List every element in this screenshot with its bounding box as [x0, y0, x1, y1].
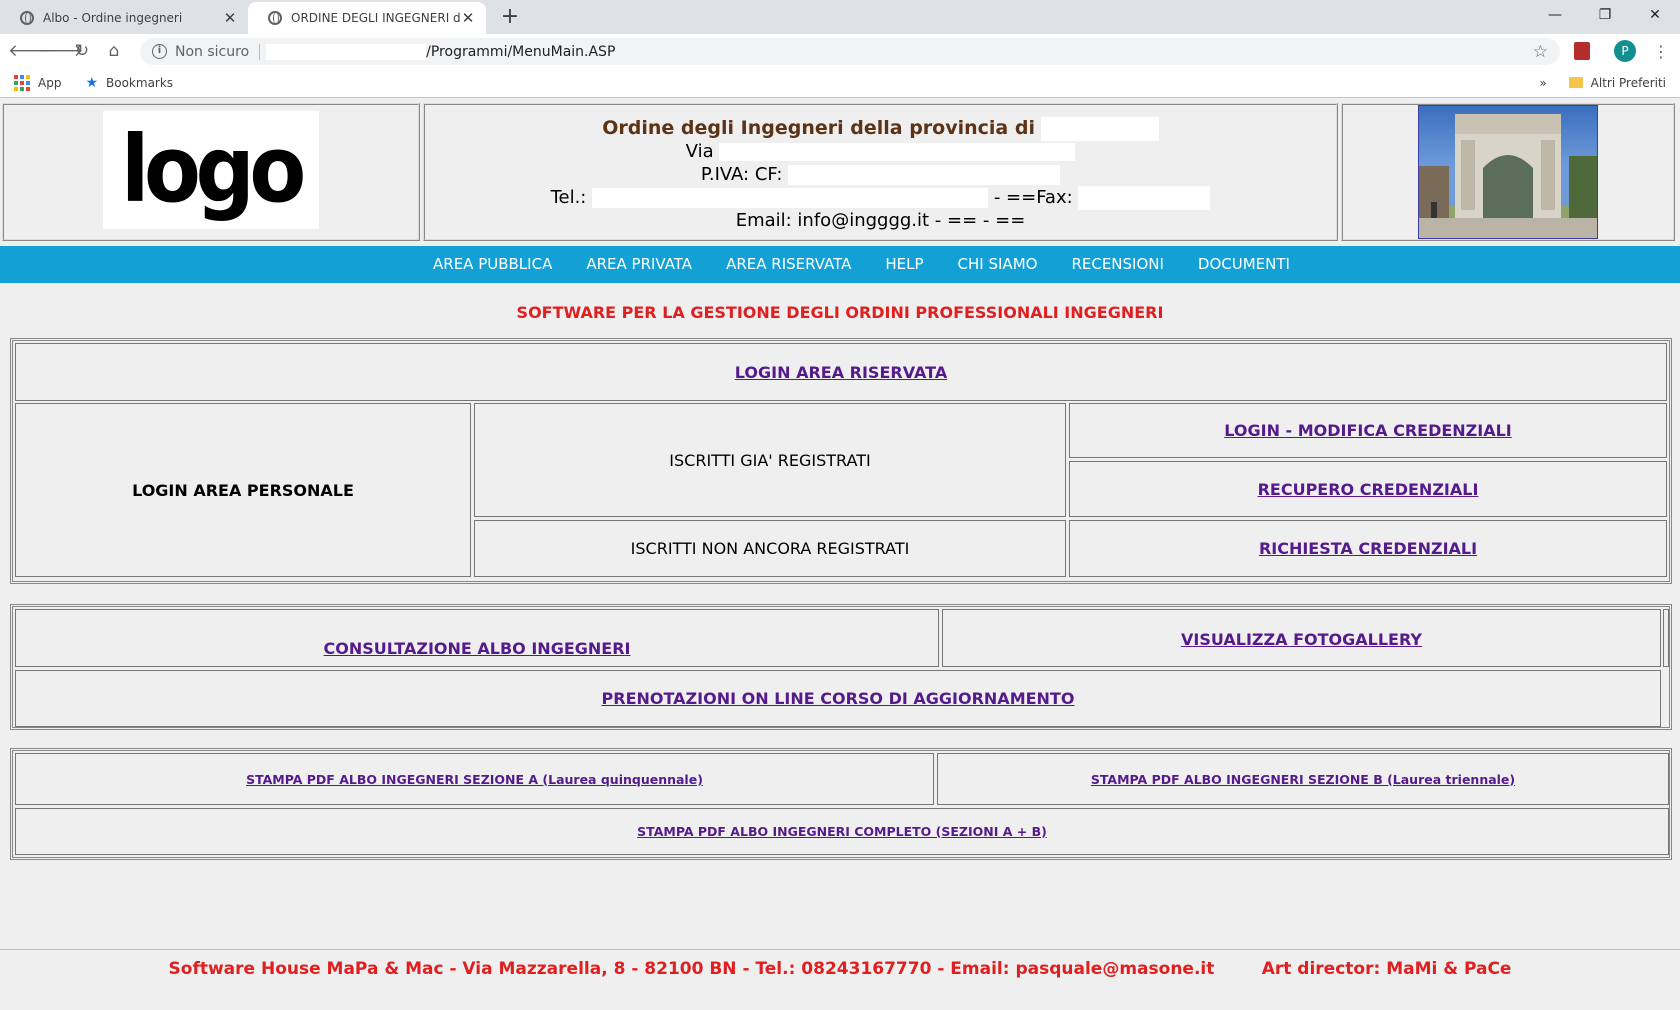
pdf-table: STAMPA PDF ALBO INGEGNERI SEZIONE A (Lau… — [10, 748, 1672, 860]
iscritti-registrati-label: ISCRITTI GIA' REGISTRATI — [669, 450, 871, 470]
page-subtitle: SOFTWARE PER LA GESTIONE DEGLI ORDINI PR… — [516, 303, 1164, 322]
url-text: /Programmi/MenuMain.ASP — [426, 43, 616, 60]
bookmarks-bar: App ★ Bookmarks » Altri Preferiti — [0, 68, 1680, 98]
bookmark-bookmarks[interactable]: Bookmarks — [106, 76, 173, 90]
bookmark-star-icon[interactable]: ☆ — [1533, 42, 1548, 62]
fax-label: - ==Fax: — [993, 187, 1073, 208]
bookmarks-overflow[interactable]: » — [1539, 76, 1546, 90]
nav-chi-siamo[interactable]: CHI SIAMO — [958, 246, 1038, 283]
iscritti-non-registrati-label: ISCRITTI NON ANCORA REGISTRATI — [630, 539, 910, 558]
via-label: Via — [685, 141, 714, 162]
security-label: Non sicuro — [175, 43, 250, 60]
close-window-button[interactable]: ✕ — [1630, 0, 1680, 34]
login-area-personale-cell: LOGIN AREA PERSONALE — [15, 403, 471, 577]
star-icon: ★ — [85, 74, 99, 91]
redacted-host — [266, 43, 427, 60]
recupero-cell: RECUPERO CREDENZIALI — [1069, 461, 1667, 517]
logo-text: logo — [121, 116, 306, 223]
profile-avatar[interactable]: P — [1614, 40, 1636, 62]
separator — [259, 43, 261, 60]
footer-divider — [0, 949, 1680, 950]
close-icon[interactable]: ✕ — [222, 9, 238, 27]
redacted — [1078, 186, 1211, 210]
tab-ordine[interactable]: ORDINE DEGLI INGEGNERI di ✕ — [248, 2, 486, 34]
nav-help[interactable]: HELP — [885, 246, 923, 283]
stampa-pdf-completo-link[interactable]: STAMPA PDF ALBO INGEGNERI COMPLETO (SEZI… — [637, 824, 1047, 839]
reload-icon[interactable]: ↻ — [68, 34, 96, 68]
nav-area-riservata[interactable]: AREA RISERVATA — [726, 246, 851, 283]
menu-icon[interactable]: ⋮ — [1652, 42, 1670, 61]
contact-cell: Ordine degli Ingegneri della provincia d… — [423, 103, 1338, 241]
fotogallery-cell: VISUALIZZA FOTOGALLERY — [942, 609, 1661, 667]
footer: Software House MaPa & Mac - Via Mazzarel… — [168, 959, 1512, 979]
redacted — [719, 143, 1076, 161]
home-icon[interactable]: ⌂ — [100, 34, 128, 68]
redacted — [592, 188, 989, 208]
login-table: LOGIN AREA RISERVATA LOGIN AREA PERSONAL… — [10, 338, 1672, 584]
redacted — [1040, 117, 1159, 141]
tab-title: ORDINE DEGLI INGEGNERI di — [291, 11, 460, 25]
nav-area-pubblica[interactable]: AREA PUBBLICA — [433, 246, 552, 283]
globe-icon — [20, 11, 34, 25]
tab-albo[interactable]: Albo - Ordine ingegneri ✕ — [0, 2, 248, 34]
arch-photo — [1418, 105, 1598, 239]
page-content: logo Ordine degli Ingegneri della provin… — [0, 98, 1680, 1010]
browser-toolbar: 🡐 🡒 ↻ ⌂ i Non sicuro /Programmi/MenuMain… — [0, 34, 1680, 68]
minimize-button[interactable]: — — [1530, 0, 1580, 34]
apps-grid-icon[interactable] — [14, 74, 30, 91]
org-name: Ordine degli Ingegneri della provincia d… — [602, 117, 1035, 139]
logo-cell: logo — [2, 103, 420, 241]
login-modifica-cell: LOGIN - MODIFICA CREDENZIALI — [1069, 403, 1667, 458]
window-controls: — ❐ ✕ — [1530, 0, 1680, 34]
email-line: Email: info@ingggg.it - == - == — [735, 210, 1026, 231]
info-icon[interactable]: i — [152, 44, 167, 59]
bookmark-altri-preferiti[interactable]: Altri Preferiti — [1591, 76, 1666, 90]
photo-cell — [1341, 103, 1675, 241]
prenotazioni-cell: PRENOTAZIONI ON LINE CORSO DI AGGIORNAME… — [15, 670, 1661, 727]
nav-area-privata[interactable]: AREA PRIVATA — [586, 246, 692, 283]
visualizza-fotogallery-link[interactable]: VISUALIZZA FOTOGALLERY — [1181, 630, 1422, 649]
address-bar[interactable]: i Non sicuro /Programmi/MenuMain.ASP ☆ — [140, 38, 1560, 65]
main-nav: AREA PUBBLICA AREA PRIVATA AREA RISERVAT… — [0, 246, 1680, 283]
back-icon[interactable]: 🡐 — [8, 34, 54, 68]
new-tab-button[interactable]: + — [496, 3, 524, 31]
stampa-pdf-sezione-a-link[interactable]: STAMPA PDF ALBO INGEGNERI SEZIONE A (Lau… — [246, 772, 703, 787]
pdf-sezione-a-cell: STAMPA PDF ALBO INGEGNERI SEZIONE A (Lau… — [15, 753, 934, 805]
piva-label: P.IVA: CF: — [700, 163, 783, 185]
tel-label: Tel.: — [550, 187, 587, 208]
header-table: logo Ordine degli Ingegneri della provin… — [2, 103, 1678, 241]
recupero-credenziali-link[interactable]: RECUPERO CREDENZIALI — [1258, 480, 1479, 499]
login-area-riservata-link[interactable]: LOGIN AREA RISERVATA — [735, 363, 947, 382]
bookmark-apps[interactable]: App — [38, 76, 61, 90]
iscritti-registrati-cell: ISCRITTI GIA' REGISTRATI — [474, 403, 1066, 517]
login-area-personale-label: LOGIN AREA PERSONALE — [132, 480, 354, 500]
consultazione-cell: CONSULTAZIONE ALBO INGEGNERI — [15, 609, 939, 667]
iscritti-non-registrati-cell: ISCRITTI NON ANCORA REGISTRATI — [474, 520, 1066, 577]
spacer-cell — [1663, 609, 1669, 667]
tab-strip: Albo - Ordine ingegneri ✕ ORDINE DEGLI I… — [0, 0, 1680, 34]
globe-icon — [268, 11, 282, 25]
prenotazioni-corso-link[interactable]: PRENOTAZIONI ON LINE CORSO DI AGGIORNAME… — [602, 689, 1075, 708]
logo: logo — [103, 111, 319, 229]
nav-recensioni[interactable]: RECENSIONI — [1071, 246, 1163, 283]
forward-icon[interactable]: 🡒 — [38, 34, 84, 68]
pdf-sezione-b-cell: STAMPA PDF ALBO INGEGNERI SEZIONE B (Lau… — [937, 753, 1669, 805]
consultazione-albo-link[interactable]: CONSULTAZIONE ALBO INGEGNERI — [324, 639, 631, 658]
pdf-completo-cell: STAMPA PDF ALBO INGEGNERI COMPLETO (SEZI… — [15, 808, 1669, 855]
folder-icon — [1568, 77, 1583, 88]
restore-button[interactable]: ❐ — [1580, 0, 1630, 34]
albo-table: CONSULTAZIONE ALBO INGEGNERI VISUALIZZA … — [10, 604, 1672, 730]
pdf-extension-icon[interactable] — [1574, 42, 1590, 60]
tab-title: Albo - Ordine ingegneri — [43, 11, 183, 25]
richiesta-cell: RICHIESTA CREDENZIALI — [1069, 520, 1667, 577]
login-area-riservata-cell: LOGIN AREA RISERVATA — [15, 343, 1667, 401]
login-modifica-credenziali-link[interactable]: LOGIN - MODIFICA CREDENZIALI — [1224, 421, 1512, 440]
nav-documenti[interactable]: DOCUMENTI — [1198, 246, 1290, 283]
close-icon[interactable]: ✕ — [460, 9, 476, 27]
redacted — [788, 164, 1061, 185]
richiesta-credenziali-link[interactable]: RICHIESTA CREDENZIALI — [1259, 539, 1477, 558]
stampa-pdf-sezione-b-link[interactable]: STAMPA PDF ALBO INGEGNERI SEZIONE B (Lau… — [1091, 772, 1515, 787]
